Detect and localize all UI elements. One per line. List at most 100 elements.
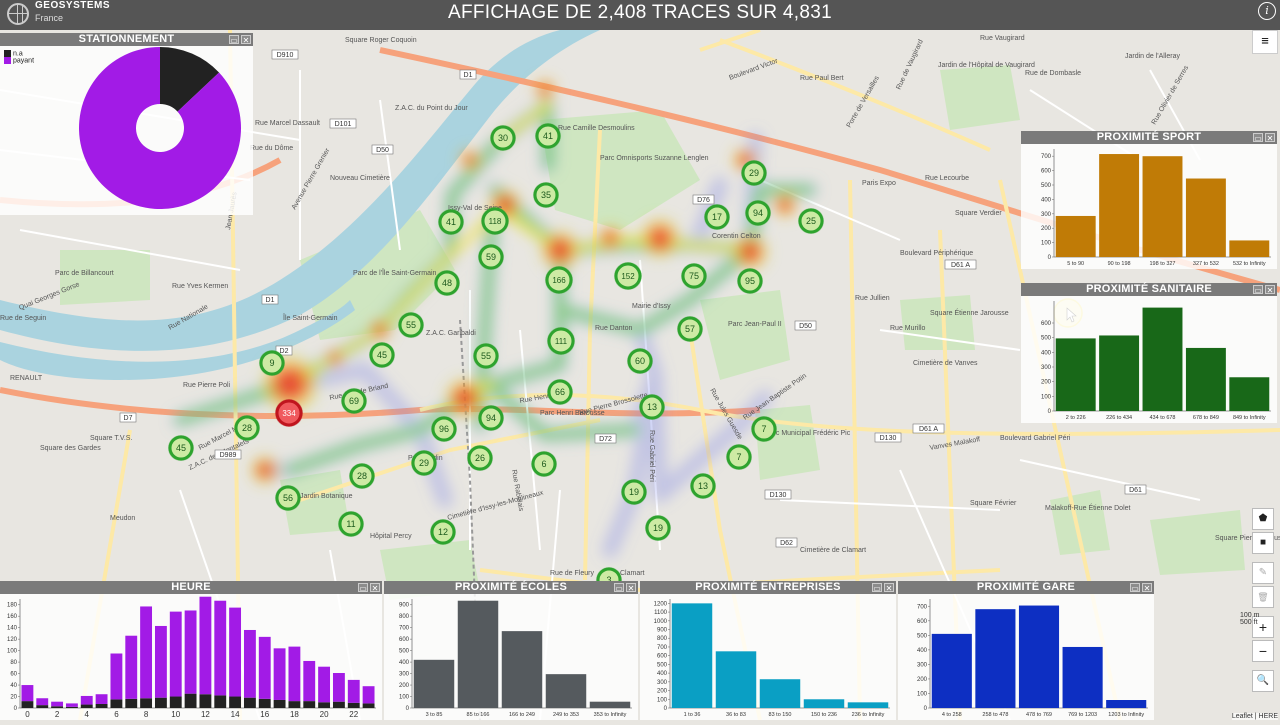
bar-payant[interactable] [125,635,138,699]
bar-payant[interactable] [303,660,316,702]
cluster-marker[interactable]: 55 [398,312,424,338]
bar-na[interactable] [303,701,316,708]
trash-icon[interactable]: 🗑 [1252,586,1274,608]
bar-na[interactable] [65,706,78,708]
close-icon[interactable]: ✕ [1265,285,1275,295]
bar-payant[interactable] [169,611,182,697]
bar-payant[interactable] [80,695,93,705]
bar-na[interactable] [332,701,345,708]
cluster-marker[interactable]: 48 [434,270,460,296]
cluster-marker[interactable]: 45 [369,342,395,368]
bar-payant[interactable] [51,701,64,707]
bar-na[interactable] [21,701,34,708]
cluster-marker[interactable]: 11 [338,511,364,537]
minimize-icon[interactable]: ▭ [614,583,624,593]
bar-chart[interactable]: 0 100 200 300 400 500 600 700 4 to 258 258 to 478… [898,594,1154,720]
cluster-marker[interactable]: 69 [341,388,367,414]
minimize-icon[interactable]: ▭ [872,583,882,593]
cluster-marker[interactable]: 19 [645,515,671,541]
bar-na[interactable] [184,693,197,708]
bar[interactable] [1055,215,1096,257]
bar-payant[interactable] [362,686,375,704]
bar-payant[interactable] [199,596,212,695]
bar-na[interactable] [110,699,123,708]
cluster-marker[interactable]: 56 [275,485,301,511]
bar[interactable] [759,679,801,708]
cluster-marker[interactable]: 41 [535,123,561,149]
bar-na[interactable] [95,703,108,708]
bar[interactable] [803,699,845,708]
bar[interactable] [1229,377,1270,411]
bar-payant[interactable] [21,685,34,702]
bar-payant[interactable] [95,694,108,704]
minimize-icon[interactable]: ▭ [1253,285,1263,295]
bar[interactable] [1185,178,1226,257]
cluster-marker[interactable]: 94 [478,405,504,431]
bar-na[interactable] [258,698,271,708]
bar-payant[interactable] [288,646,301,702]
cluster-marker[interactable]: 59 [478,244,504,270]
bar[interactable] [1055,338,1096,411]
edit-icon[interactable]: ✎ [1252,562,1274,584]
cluster-marker[interactable]: 28 [234,415,260,441]
info-icon[interactable]: i [1258,2,1276,20]
cluster-marker[interactable]: 12 [430,519,456,545]
bar-na[interactable] [229,696,242,708]
bar-na[interactable] [288,701,301,708]
minimize-icon[interactable]: ▭ [1253,133,1263,143]
bar[interactable] [457,600,499,708]
cluster-marker[interactable]: 334 [275,399,303,427]
cluster-marker[interactable]: 35 [533,182,559,208]
cluster-marker[interactable]: 45 [168,435,194,461]
bar-na[interactable] [347,702,360,708]
bar-na[interactable] [199,694,212,708]
close-icon[interactable]: ✕ [1265,133,1275,143]
cluster-marker[interactable]: 6 [531,451,557,477]
bar[interactable] [715,651,757,708]
bar-chart[interactable]: 0 20 40 60 80 100 120 140 160 180 0 2 4 6 8 10 12 14 16 18 2… [0,594,382,720]
cluster-marker[interactable]: 30 [490,125,516,151]
bar[interactable] [545,674,587,708]
bar-payant[interactable] [318,666,331,703]
bar-chart[interactable]: 0 100 200 300 400 500 600 700 800 900 3 to 85 85 to… [384,594,638,720]
menu-icon[interactable]: ≡ [1252,30,1278,54]
cluster-marker[interactable]: 7 [726,444,752,470]
bar-na[interactable] [243,697,256,708]
bar-payant[interactable] [214,600,227,696]
bar[interactable] [589,701,631,708]
cluster-marker[interactable]: 118 [481,207,509,235]
cluster-marker[interactable]: 13 [639,394,665,420]
cluster-marker[interactable]: 25 [798,208,824,234]
cluster-marker[interactable]: 55 [473,343,499,369]
bar-payant[interactable] [154,625,167,698]
bar-na[interactable] [169,696,182,708]
bar-na[interactable] [273,699,286,708]
bar[interactable] [671,603,713,708]
close-icon[interactable]: ✕ [626,583,636,593]
pie-chart[interactable] [0,46,253,215]
cluster-marker[interactable]: 17 [704,204,730,230]
cluster-marker[interactable]: 95 [737,268,763,294]
bar-chart[interactable]: 0 100 200 300 400 500 600 700 800 900 1000 1100 1200… [640,594,896,720]
cluster-marker[interactable]: 94 [745,200,771,226]
bar-chart[interactable]: 0 100 200 300 400 500 600 700 5 to 90 90 to 198 19… [1021,144,1277,269]
cluster-marker[interactable]: 29 [741,160,767,186]
bar[interactable] [1099,335,1140,411]
close-icon[interactable]: ✕ [884,583,894,593]
bar-na[interactable] [362,703,375,708]
bar-chart[interactable]: 0 100 200 300 400 500 600 2 to 226 226 to 434 434… [1021,296,1277,423]
cluster-marker[interactable]: 166 [545,266,573,294]
cluster-marker[interactable]: 13 [690,473,716,499]
bar-na[interactable] [318,702,331,708]
cluster-marker[interactable]: 60 [627,348,653,374]
bar[interactable] [1142,307,1183,411]
cluster-marker[interactable]: 111 [547,327,575,355]
cluster-marker[interactable]: 29 [411,450,437,476]
cluster-marker[interactable]: 41 [438,209,464,235]
bar-na[interactable] [51,706,64,708]
bar-payant[interactable] [65,703,78,707]
bar-na[interactable] [154,697,167,708]
bar-na[interactable] [80,704,93,708]
bar-payant[interactable] [184,610,197,694]
minimize-icon[interactable]: ▭ [1130,583,1140,593]
